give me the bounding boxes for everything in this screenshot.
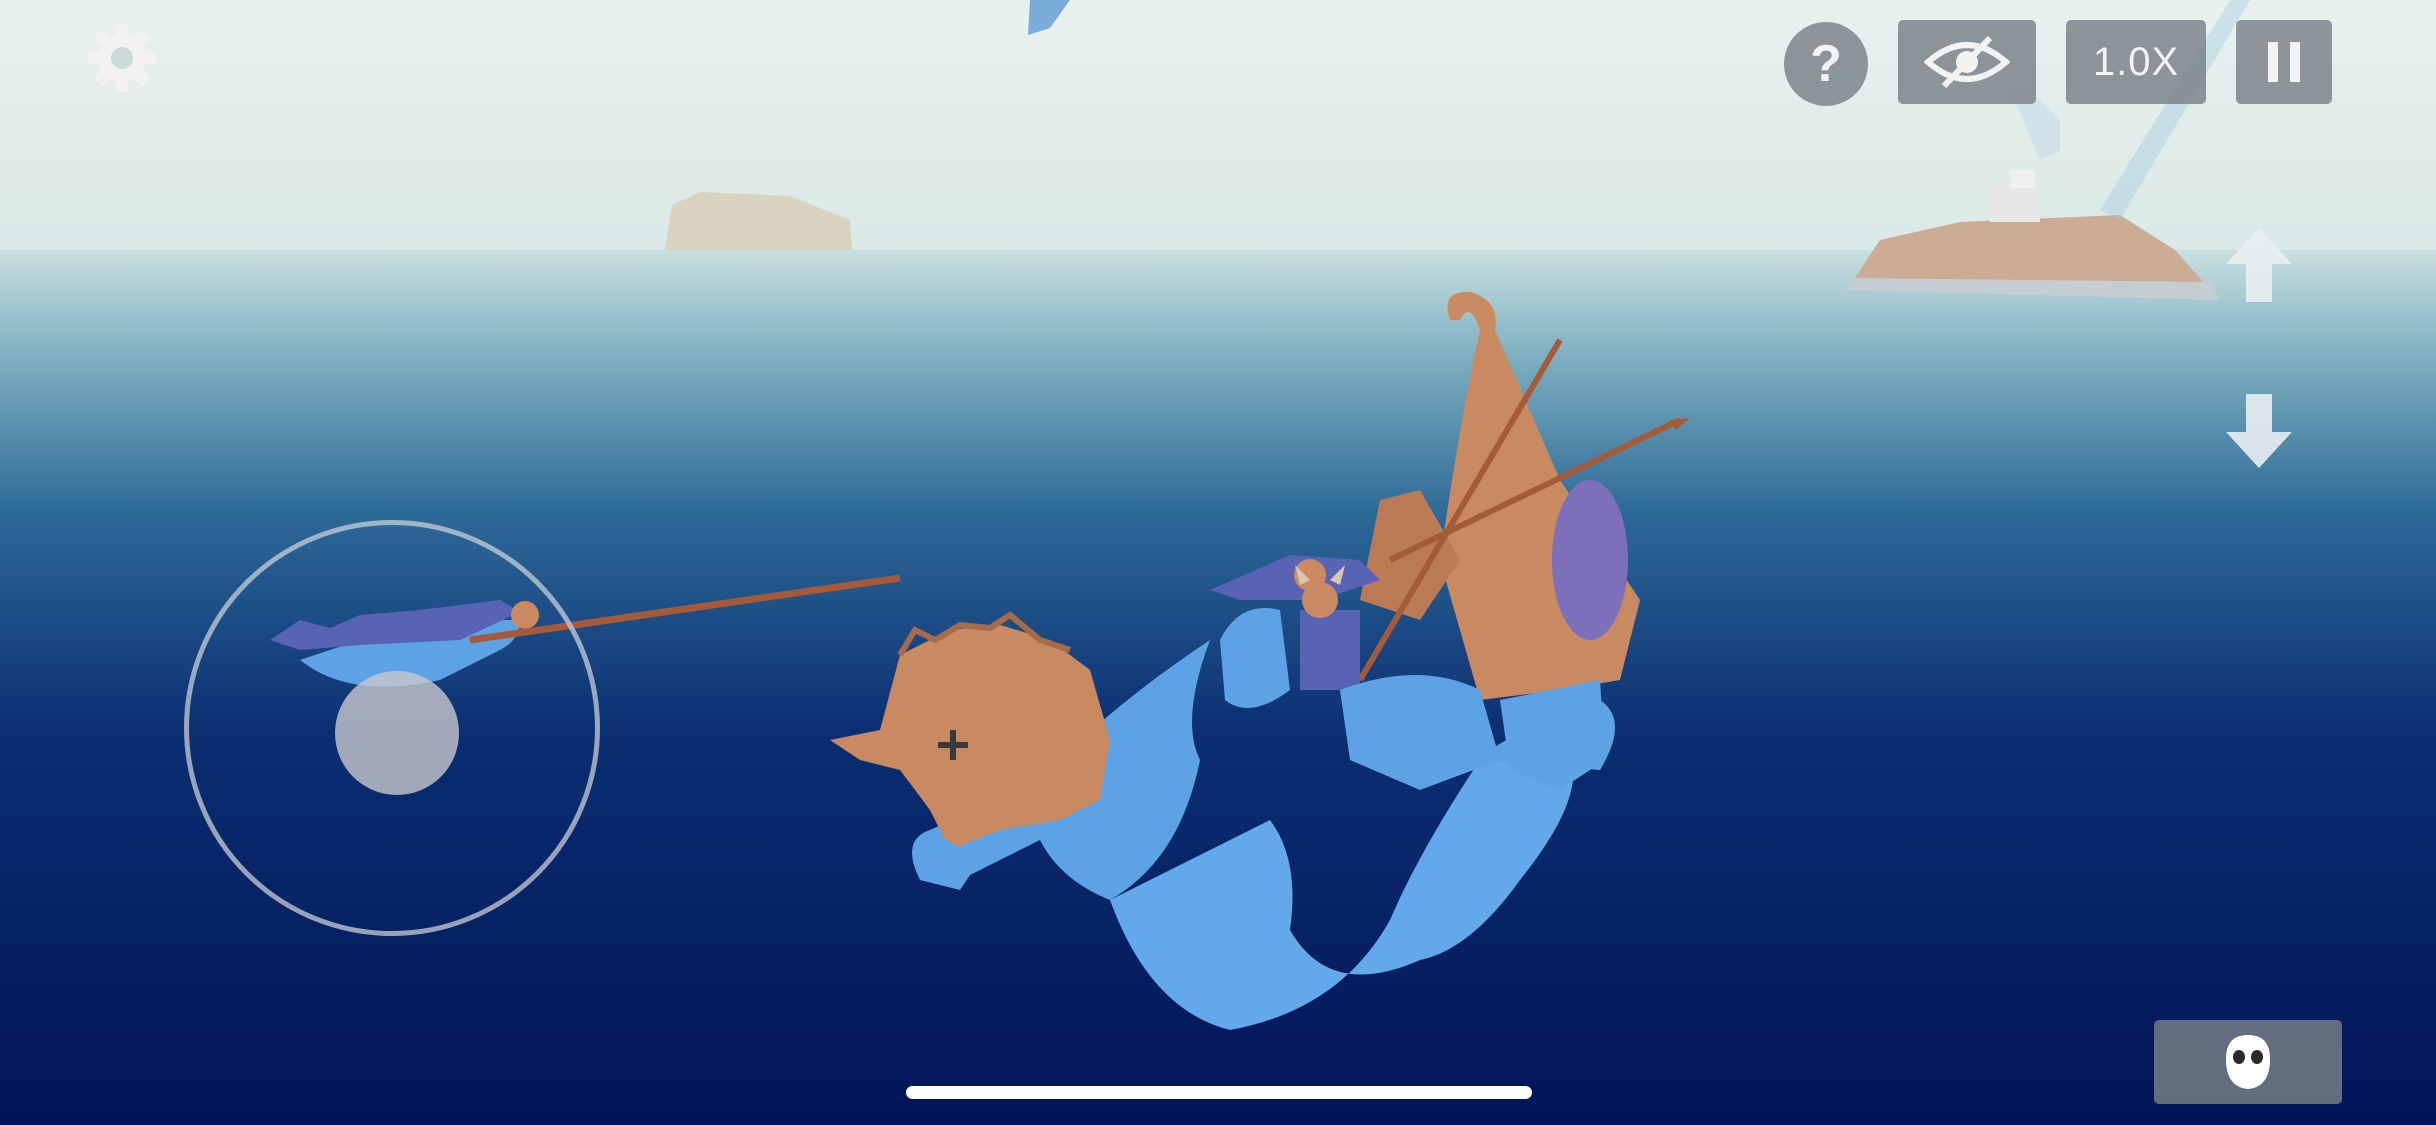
pause-button[interactable]	[2236, 20, 2332, 104]
arrow-up-icon	[2226, 228, 2292, 302]
camera-down-button[interactable]	[2222, 392, 2296, 472]
movement-joystick[interactable]	[184, 520, 600, 936]
arrow-down-icon	[2226, 394, 2292, 468]
unit-select-button[interactable]	[2154, 1020, 2342, 1104]
joystick-thumb[interactable]	[335, 671, 459, 795]
help-button[interactable]: ?	[1784, 22, 1868, 106]
speed-button[interactable]: 1.0X	[2066, 20, 2206, 104]
gear-icon	[88, 24, 156, 92]
camera-up-button[interactable]	[2222, 224, 2296, 304]
ghost-face-icon	[2226, 1035, 2270, 1089]
settings-button[interactable]	[82, 18, 162, 98]
eye-slash-icon	[1924, 35, 2010, 89]
question-mark-icon: ?	[1810, 35, 1842, 93]
pause-icon	[2268, 42, 2300, 82]
hide-ui-button[interactable]	[1898, 20, 2036, 104]
speed-label: 1.0X	[2092, 39, 2180, 84]
home-indicator	[906, 1086, 1532, 1099]
